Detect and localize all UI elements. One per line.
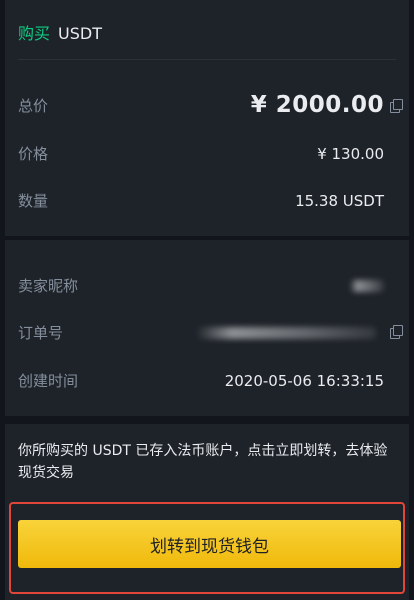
order-number-row: 订单号 — [18, 322, 384, 343]
quantity-row: 数量 15.38 USDT — [18, 190, 384, 211]
price-row: 价格 ¥ 130.00 — [18, 143, 384, 164]
copy-order-icon[interactable] — [390, 325, 403, 339]
copy-icon[interactable] — [390, 99, 403, 113]
quantity-value: 15.38 USDT — [295, 191, 384, 210]
total-row: 总价 ¥ 2000.00 — [18, 92, 384, 118]
created-value: 2020-05-06 16:33:15 — [224, 371, 384, 390]
order-header: 购买 USDT — [18, 20, 396, 60]
transfer-to-spot-button[interactable]: 划转到现货钱包 — [18, 520, 401, 568]
total-label: 总价 — [18, 96, 49, 115]
price-value: ¥ 130.00 — [317, 144, 384, 163]
price-label: 价格 — [18, 145, 49, 163]
seller-label: 卖家昵称 — [18, 277, 79, 295]
quantity-label: 数量 — [18, 192, 49, 210]
transfer-notice: 你所购买的 USDT 已存入法币账户，点击立即划转，去体验现货交易 — [18, 443, 388, 481]
created-label: 创建时间 — [18, 372, 79, 390]
order-label: 订单号 — [18, 324, 64, 342]
total-value: ¥ 2000.00 — [250, 92, 384, 118]
seller-name-redacted — [350, 279, 384, 292]
order-action: 购买 — [18, 24, 51, 43]
order-number-redacted — [196, 326, 376, 339]
seller-row: 卖家昵称 — [18, 275, 384, 296]
order-coin: USDT — [58, 24, 102, 43]
created-row: 创建时间 2020-05-06 16:33:15 — [18, 370, 384, 391]
